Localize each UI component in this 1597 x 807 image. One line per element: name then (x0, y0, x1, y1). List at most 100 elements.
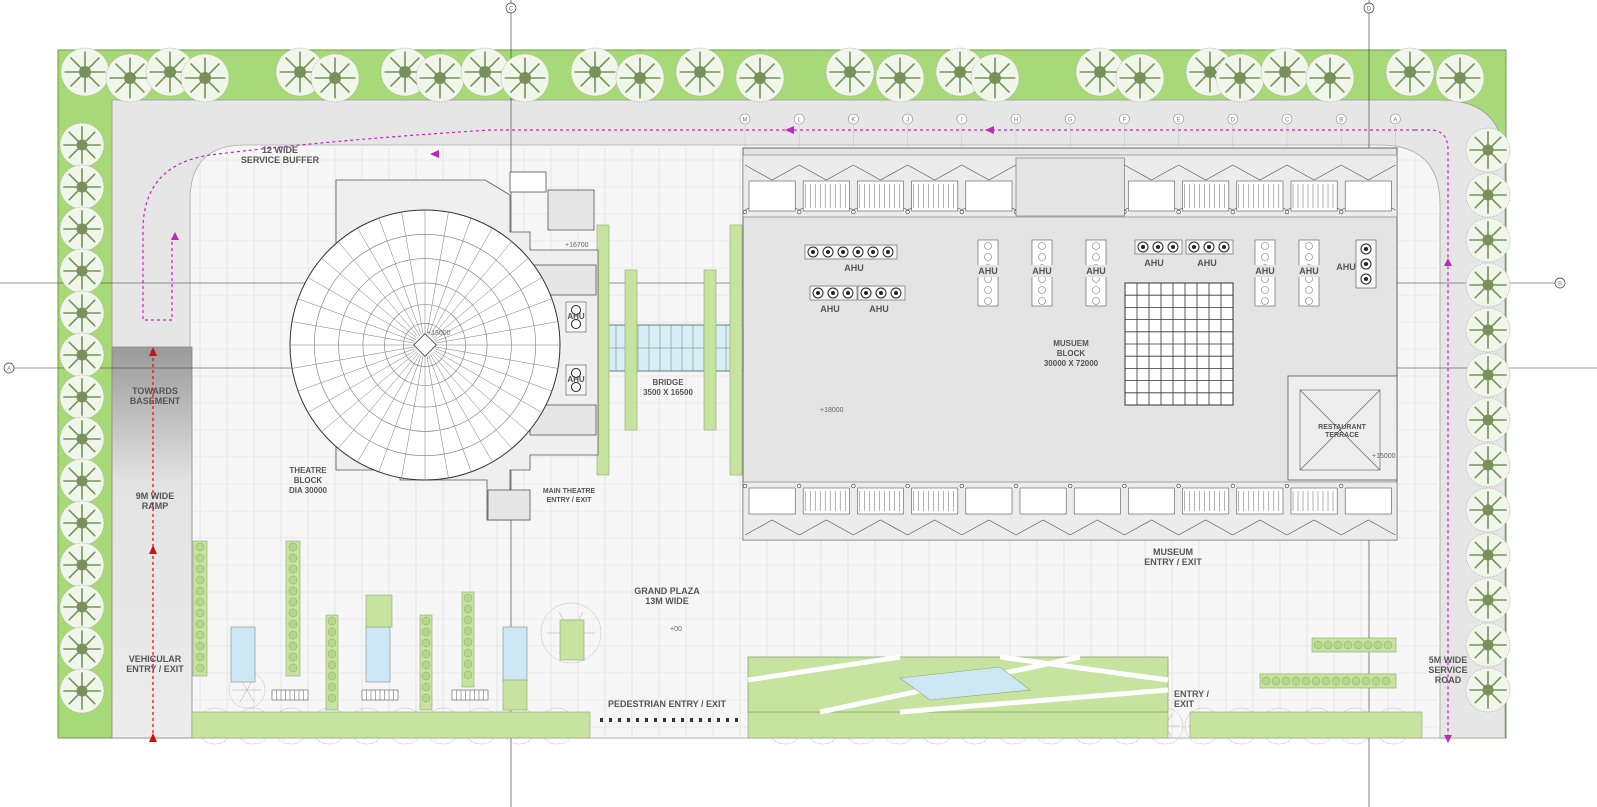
svg-text:3500 X 16500: 3500 X 16500 (643, 388, 693, 397)
level-marker: +13000 (427, 330, 451, 337)
tree-icon (1115, 53, 1165, 103)
svg-text:G: G (1068, 118, 1073, 124)
tree-icon (59, 500, 105, 546)
tree-icon (1435, 53, 1485, 103)
svg-text:AHU: AHU (1032, 266, 1052, 276)
column-marker: B (1335, 113, 1347, 125)
landscaped-garden (747, 654, 1169, 715)
front-landscape-strip (747, 711, 1169, 739)
svg-text:THEATRE: THEATRE (289, 466, 327, 475)
column-marker: G (1064, 113, 1076, 125)
ahu-label: AHU (1144, 258, 1164, 268)
tree-icon (59, 416, 105, 462)
ahu-label: AHU (820, 304, 840, 314)
svg-text:AHU: AHU (1086, 266, 1106, 276)
tree-icon (1465, 352, 1511, 398)
tree-icon (970, 53, 1020, 103)
tree-icon (1465, 577, 1511, 623)
tree-icon (1465, 622, 1511, 668)
svg-text:C: C (509, 7, 514, 13)
tree-icon (615, 53, 665, 103)
svg-text:BLOCK: BLOCK (294, 476, 323, 485)
ahu-label: AHU (1197, 258, 1217, 268)
tree-icon (1465, 442, 1511, 488)
svg-text:C: C (1285, 118, 1290, 124)
planter-bed (365, 594, 393, 628)
label-theatre: THEATRE BLOCK DIA 30000 (289, 466, 328, 495)
planter-bed (461, 591, 475, 688)
tree-icon (59, 332, 105, 378)
tree-icon (59, 122, 105, 168)
tree-icon (570, 47, 620, 97)
label-towards-basement: TOWARDS BASEMENT (130, 386, 181, 406)
tree-icon (875, 53, 925, 103)
svg-text:EXIT: EXIT (1174, 699, 1195, 709)
tree-icon (59, 542, 105, 588)
svg-text:AHU: AHU (567, 375, 585, 384)
front-landscape-strip (1189, 711, 1423, 739)
svg-text:SERVICE BUFFER: SERVICE BUFFER (241, 155, 320, 165)
svg-text:12 WIDE: 12 WIDE (262, 145, 298, 155)
tree-icon (1215, 53, 1265, 103)
tree-icon (735, 53, 785, 103)
column-marker: L (793, 113, 805, 125)
svg-text:E: E (1177, 118, 1181, 124)
ahu-block: AHU (1254, 239, 1276, 307)
tree-icon (825, 47, 875, 97)
svg-text:A: A (7, 367, 11, 373)
tree-icon (1465, 127, 1511, 173)
svg-text:AHU: AHU (1299, 266, 1319, 276)
planter-bed (559, 619, 585, 661)
column-marker: J (902, 113, 913, 125)
ahu-fan-unit (804, 244, 898, 260)
column-marker: F (1119, 113, 1130, 125)
column-marker: E (1173, 113, 1184, 125)
tree-icon (1465, 487, 1511, 533)
svg-text:J: J (906, 118, 909, 124)
planter-strip (729, 224, 743, 476)
bridge (596, 324, 744, 372)
planter-strip (624, 269, 638, 431)
svg-text:13M WIDE: 13M WIDE (645, 596, 689, 606)
column-marker: C (1281, 113, 1293, 125)
planter-strip (703, 269, 717, 431)
tree-icon (1465, 262, 1511, 308)
tree-icon (59, 206, 105, 252)
svg-text:RAMP: RAMP (142, 501, 169, 511)
ahu-fan-unit (1185, 239, 1234, 255)
svg-text:H: H (1014, 118, 1018, 124)
label-vehicular: VEHICULAR ENTRY / EXIT (126, 654, 184, 674)
tree-icon (59, 248, 105, 294)
column-marker: I (956, 113, 968, 125)
svg-text:K: K (851, 118, 855, 124)
svg-text:B: B (1339, 118, 1343, 124)
svg-text:SERVICE: SERVICE (1428, 665, 1467, 675)
theatre-dome (289, 209, 561, 481)
tree-icon (180, 53, 230, 103)
planter-bed (325, 614, 339, 711)
ahu-fan-unit (1134, 239, 1183, 255)
svg-text:ENTRY / EXIT: ENTRY / EXIT (1144, 557, 1202, 567)
tree-icon (59, 290, 105, 336)
svg-text:M: M (743, 118, 748, 124)
ahu-label: AHU (1336, 262, 1356, 272)
ahu-fan-unit: AHU (565, 301, 587, 333)
bench-icon (451, 689, 489, 701)
svg-text:ENTRY /: ENTRY / (1174, 689, 1210, 699)
tree-icon (1385, 47, 1435, 97)
ahu-block: AHU (1298, 239, 1320, 307)
ahu-label: AHU (869, 304, 889, 314)
level-marker: +18000 (820, 407, 844, 414)
svg-text:DIA 30000: DIA 30000 (289, 486, 328, 495)
tree-icon (59, 458, 105, 504)
ahu-block: AHU (1085, 239, 1107, 307)
svg-text:B: B (1558, 282, 1562, 288)
column-marker: K (848, 113, 859, 125)
tree-icon (1465, 667, 1511, 713)
tree-icon (1305, 53, 1355, 103)
svg-text:BASEMENT: BASEMENT (130, 396, 181, 406)
svg-text:MAIN THEATRE: MAIN THEATRE (543, 488, 596, 495)
tree-icon (675, 47, 725, 97)
level-marker: +15000 (1372, 453, 1396, 460)
column-marker: H (1010, 113, 1022, 125)
